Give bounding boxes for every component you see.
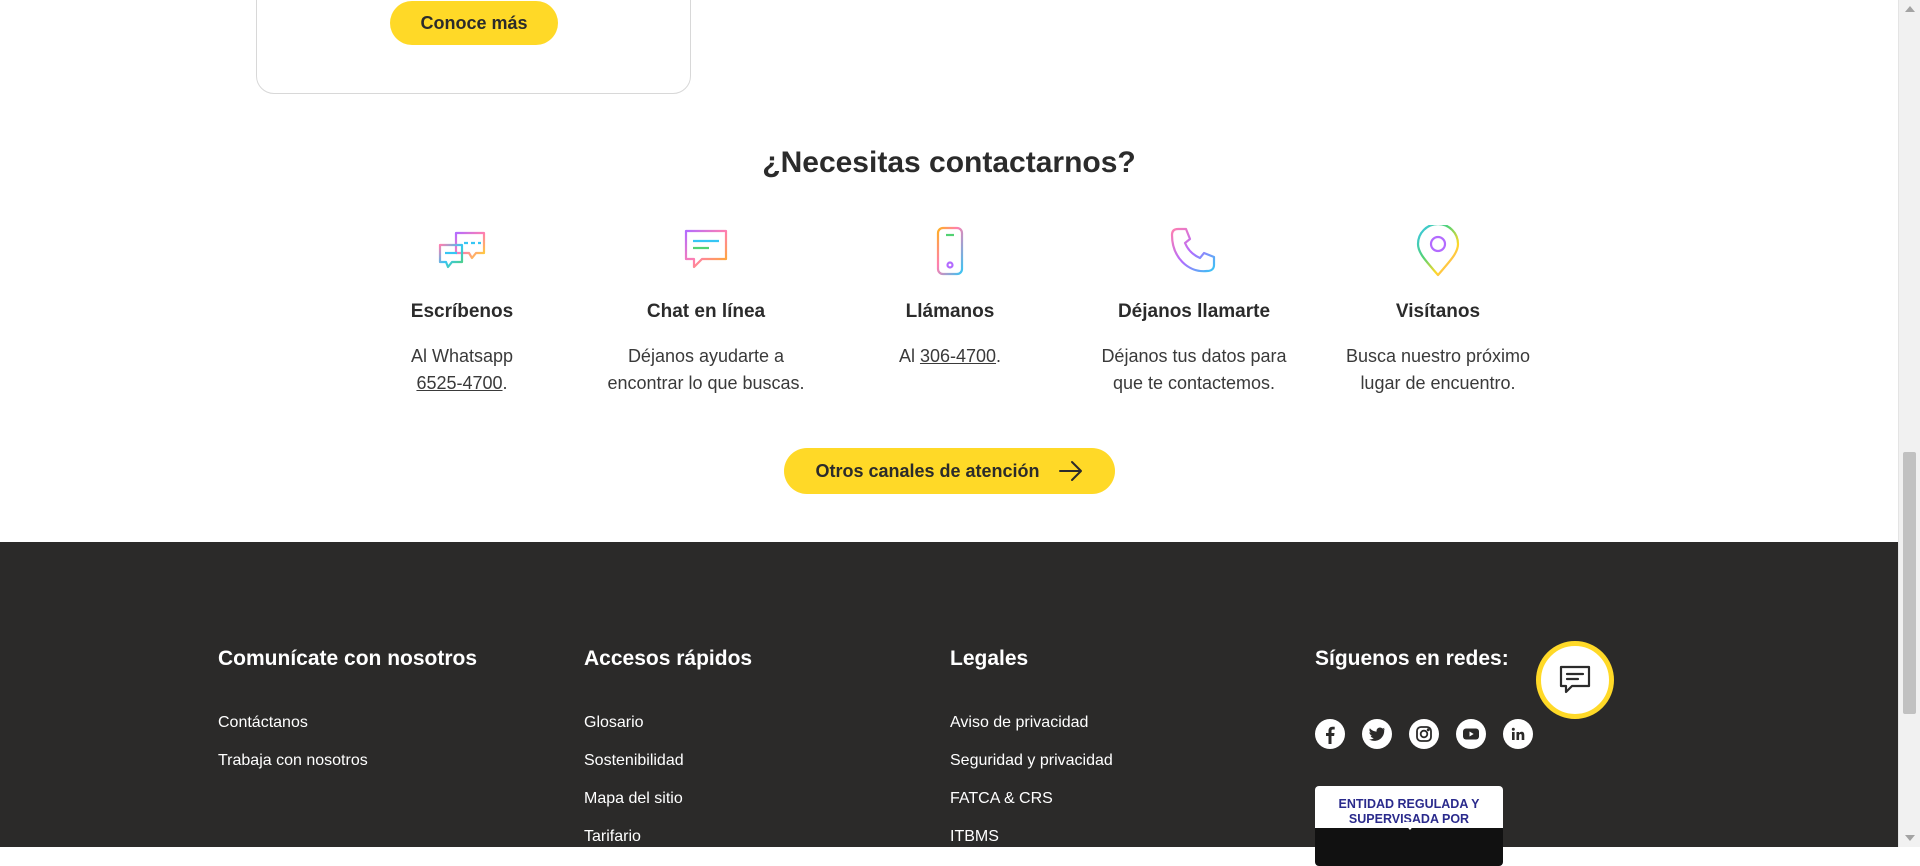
- scroll-up-arrow-icon[interactable]: [1905, 6, 1915, 12]
- channel-title: Llámanos: [905, 301, 995, 322]
- channel-description: Al 306-4700.: [898, 346, 1002, 366]
- regulator-logo: [1315, 828, 1503, 866]
- channel-callback: Déjanos llamarte Déjanos tus datos para …: [1072, 225, 1316, 397]
- footer-column-title: Comunícate con nosotros: [218, 647, 478, 670]
- phone-number-link[interactable]: 306-4700: [920, 346, 996, 366]
- facebook-icon[interactable]: [1315, 719, 1345, 749]
- footer-link-sitemap[interactable]: Mapa del sitio: [584, 790, 683, 807]
- mobile-phone-icon: [924, 225, 976, 277]
- contact-section-title: ¿Necesitas contactarnos?: [762, 146, 1136, 179]
- footer-link-privacy-notice[interactable]: Aviso de privacidad: [950, 714, 1088, 731]
- chat-message-icon: [680, 225, 732, 277]
- learn-more-button[interactable]: Conoce más: [390, 1, 558, 45]
- other-channels-label: Otros canales de atención: [815, 460, 1040, 481]
- footer-column-title: Accesos rápidos: [584, 647, 753, 670]
- channel-online-chat: Chat en línea Déjanos ayudarte a encontr…: [584, 225, 828, 397]
- scroll-down-arrow-icon[interactable]: [1905, 835, 1915, 841]
- chat-widget-button[interactable]: [1536, 641, 1614, 719]
- chat-icon: [1559, 665, 1591, 694]
- channel-title: Chat en línea: [646, 301, 766, 322]
- footer-link-security-privacy[interactable]: Seguridad y privacidad: [950, 752, 1113, 769]
- footer-link-fatca-crs[interactable]: FATCA & CRS: [950, 790, 1053, 807]
- channel-whatsapp: Escríbenos Al Whatsapp 6525-4700.: [340, 225, 584, 397]
- footer-link-itbms[interactable]: ITBMS: [950, 828, 999, 845]
- footer-link-contact-us[interactable]: Contáctanos: [218, 714, 308, 731]
- badge-notch: [1403, 822, 1417, 830]
- footer-column-title: Síguenos en redes:: [1315, 647, 1509, 670]
- youtube-icon[interactable]: [1456, 719, 1486, 749]
- footer-link-careers[interactable]: Trabaja con nosotros: [218, 752, 368, 769]
- footer-column-legal: Legales Aviso de privacidad Seguridad y …: [950, 647, 1113, 845]
- footer-column-quick-access: Accesos rápidos Glosario Sostenibilidad …: [584, 647, 753, 845]
- footer-column-title: Legales: [950, 647, 1029, 670]
- regulator-badge: ENTIDAD REGULADA Y SUPERVISADA POR: [1315, 786, 1503, 866]
- channel-call-us: Llámanos Al 306-4700.: [828, 225, 1072, 370]
- linkedin-icon[interactable]: [1503, 719, 1533, 749]
- footer-link-glossary[interactable]: Glosario: [584, 714, 644, 731]
- phone-handset-icon: [1168, 225, 1220, 277]
- footer-link-sustainability[interactable]: Sostenibilidad: [584, 752, 684, 769]
- footer-link-fees[interactable]: Tarifario: [584, 828, 641, 845]
- channel-title: Escríbenos: [410, 301, 514, 322]
- channel-description: Busca nuestro próximo lugar de encuentro…: [1345, 346, 1531, 393]
- channel-title: Déjanos llamarte: [1117, 301, 1271, 322]
- footer-column-contact: Comunícate con nosotros Contáctanos Trab…: [218, 647, 478, 769]
- scrollbar-thumb[interactable]: [1903, 452, 1916, 714]
- channel-visit-us: Visítanos Busca nuestro próximo lugar de…: [1316, 222, 1560, 397]
- main-content: Conoce más ¿Necesitas contactarnos? Escr…: [0, 0, 1898, 542]
- other-channels-button[interactable]: Otros canales de atención: [784, 448, 1115, 494]
- channel-description: Déjanos ayudarte a encontrar lo que busc…: [607, 346, 805, 393]
- product-card: Conoce más: [256, 0, 691, 94]
- channel-description: Al Whatsapp 6525-4700.: [410, 346, 514, 393]
- channel-description: Déjanos tus datos para que te contactemo…: [1101, 346, 1287, 393]
- instagram-icon[interactable]: [1409, 719, 1439, 749]
- vertical-scrollbar[interactable]: [1898, 0, 1920, 847]
- twitter-icon[interactable]: [1362, 719, 1392, 749]
- arrow-right-icon: [1058, 461, 1082, 481]
- social-links: [1315, 719, 1533, 749]
- footer-column-social: Síguenos en redes:: [1315, 647, 1509, 671]
- channel-title: Visítanos: [1395, 301, 1481, 322]
- location-pin-icon: [1412, 222, 1464, 277]
- footer: Comunícate con nosotros Contáctanos Trab…: [0, 542, 1898, 866]
- chat-bubbles-icon: [436, 225, 488, 277]
- whatsapp-number-link[interactable]: 6525-4700: [416, 373, 502, 393]
